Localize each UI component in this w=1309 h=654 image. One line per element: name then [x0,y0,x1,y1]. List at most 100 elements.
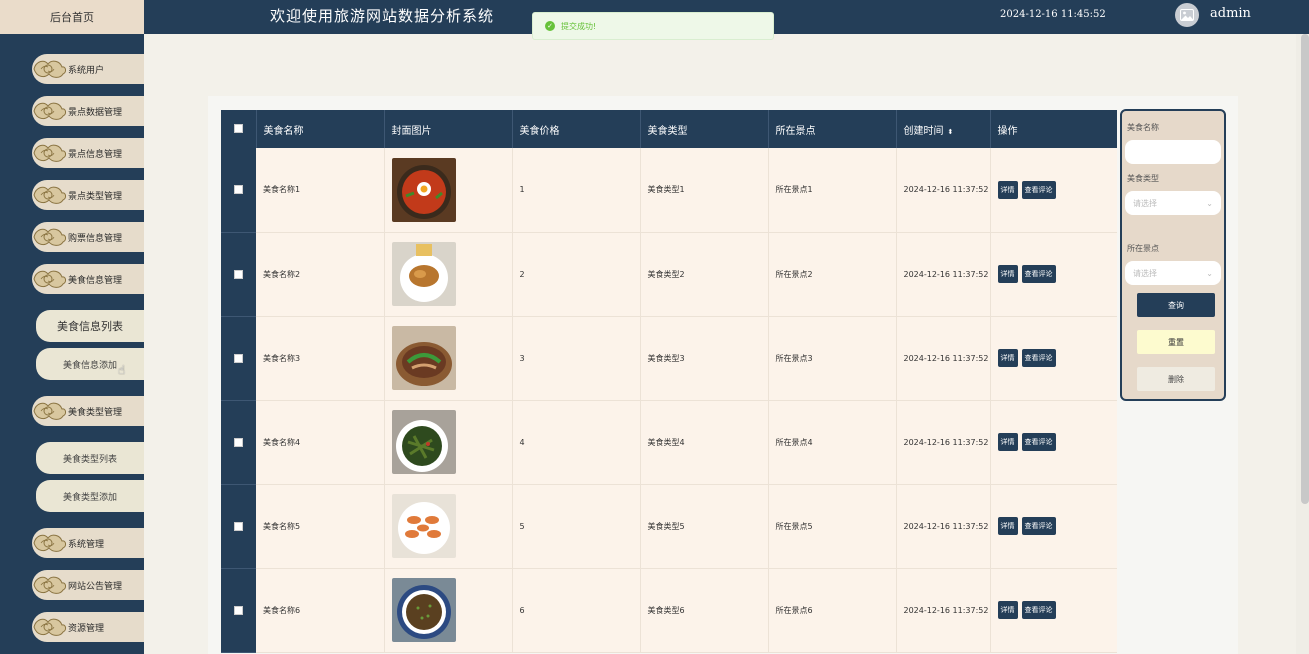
table-row: 美食名称6 6 美食类型6 所在景点6 2024-12-16 11:37:52 详情 查看评… [221,568,1117,653]
food-cover-image [391,242,456,306]
row-checkbox[interactable] [221,484,256,569]
select-placeholder: 请选择 [1133,198,1157,208]
sidebar-item-label: 景点类型管理 [68,191,123,202]
created-time-cell: 2024-12-16 11:37:52 [896,400,991,485]
row-checkbox[interactable] [221,232,256,317]
spot-label: 所在景点 [1127,244,1159,253]
table-row: 美食名称1 1 美食类型1 所在景点1 2024-12-16 11:37:52 详情 查看评… [221,148,1117,233]
cloud-ornament-icon [32,54,68,84]
spot-select[interactable]: 请选择 ⌄ [1125,261,1221,285]
sidebar-item-label: 美食信息管理 [68,275,123,286]
spot-cell: 所在景点4 [768,400,897,485]
food-type-label: 美食类型 [1127,174,1159,183]
view-comments-button[interactable]: 查看评论 [1021,349,1056,367]
cloud-ornament-icon [32,138,68,168]
food-name-input[interactable] [1125,140,1221,164]
detail-button[interactable]: 详情 [997,265,1018,283]
reset-button[interactable]: 重置 [1137,330,1215,354]
sidebar-item-label: 资源管理 [68,623,105,634]
food-cover-image [391,410,456,474]
sidebar-subitem-food-add[interactable]: 美食信息添加 [36,348,144,380]
search-panel: 美食名称 美食类型 请选择 ⌄ 所在景点 请选择 ⌄ 查询 重置 删除 [1120,109,1226,401]
cloud-ornament-icon [32,180,68,210]
sidebar-subitem-food-list[interactable]: 美食信息列表 [36,310,144,342]
sidebar-item-system-users[interactable]: 系统用户 [32,54,144,84]
vertical-scrollbar[interactable] [1301,34,1309,504]
sidebar-item-spot-type[interactable]: 景点类型管理 [32,180,144,210]
actions-cell: 详情 查看评论 [990,148,1117,233]
sidebar-subitem-food-type-list[interactable]: 美食类型列表 [36,442,144,474]
sidebar-item-spot-data[interactable]: 景点数据管理 [32,96,144,126]
price-cell: 5 [512,484,641,569]
column-header-sortable[interactable]: 创建时间 ⬍ [896,110,991,148]
actions-cell: 详情 查看评论 [990,568,1117,653]
select-all-checkbox[interactable] [221,110,257,148]
created-time-cell: 2024-12-16 11:37:52 [896,484,991,569]
price-cell: 4 [512,400,641,485]
detail-button[interactable]: 详情 [997,517,1018,535]
sidebar-item-system-manage[interactable]: 系统管理 [32,528,144,558]
sidebar-item-food-type[interactable]: 美食类型管理 [32,396,144,426]
view-comments-button[interactable]: 查看评论 [1021,601,1056,619]
cloud-ornament-icon [32,264,68,294]
column-header-label: 创建时间 [903,125,944,137]
current-datetime: 2024-12-16 11:45:52 [1000,9,1106,20]
user-avatar[interactable] [1175,3,1199,27]
detail-button[interactable]: 详情 [997,601,1018,619]
row-checkbox[interactable] [221,400,256,485]
food-name-label: 美食名称 [1127,123,1159,132]
sidebar-item-resources[interactable]: 资源管理 [32,612,144,642]
sidebar-item-label: 网站公告管理 [68,581,123,592]
food-type-cell: 美食类型5 [640,484,769,569]
created-time-cell: 2024-12-16 11:37:52 [896,148,991,233]
row-checkbox[interactable] [221,148,256,233]
detail-button[interactable]: 详情 [997,180,1018,199]
delete-button[interactable]: 删除 [1137,367,1215,391]
sidebar-item-announcements[interactable]: 网站公告管理 [32,570,144,600]
sidebar-item-label: 美食类型管理 [68,407,123,418]
actions-cell: 详情 查看评论 [990,400,1117,485]
sort-icon[interactable]: ⬍ [948,128,954,136]
chevron-down-icon: ⌄ [1206,198,1213,208]
food-type-cell: 美食类型3 [640,316,769,401]
food-name-cell: 美食名称5 [256,484,385,569]
food-type-cell: 美食类型4 [640,400,769,485]
sidebar-item-spot-info[interactable]: 景点信息管理 [32,138,144,168]
spot-cell: 所在景点5 [768,484,897,569]
row-checkbox[interactable] [221,316,256,401]
sidebar-item-food-info[interactable]: 美食信息管理 [32,264,144,294]
table-row: 美食名称3 3 美食类型3 所在景点3 2024-12-16 11:37:52 详情 查看评… [221,316,1117,401]
actions-cell: 详情 查看评论 [990,316,1117,401]
cloud-ornament-icon [32,528,68,558]
cloud-ornament-icon [32,96,68,126]
home-tab[interactable]: 后台首页 [0,0,144,34]
food-name-cell: 美食名称4 [256,400,385,485]
food-name-cell: 美食名称1 [256,148,385,233]
food-type-select[interactable]: 请选择 ⌄ [1125,191,1221,215]
view-comments-button[interactable]: 查看评论 [1021,265,1056,283]
spot-cell: 所在景点2 [768,232,897,317]
food-cover-image [391,326,456,390]
cover-image-cell [384,232,513,317]
view-comments-button[interactable]: 查看评论 [1021,517,1056,535]
actions-cell: 详情 查看评论 [990,232,1117,317]
column-header: 封面图片 [384,110,513,148]
username[interactable]: admin [1210,6,1251,21]
row-checkbox[interactable] [221,568,256,653]
check-circle-icon: ✓ [545,21,555,31]
sidebar-item-ticket-info[interactable]: 购票信息管理 [32,222,144,252]
food-type-cell: 美食类型2 [640,232,769,317]
query-button[interactable]: 查询 [1137,293,1215,317]
table-row: 美食名称5 5 美食类型5 所在景点5 2024-12-16 11:37:52 详情 查看评… [221,484,1117,569]
detail-button[interactable]: 详情 [997,433,1018,451]
price-cell: 3 [512,316,641,401]
actions-cell: 详情 查看评论 [990,484,1117,569]
sidebar-subitem-food-type-add[interactable]: 美食类型添加 [36,480,144,512]
column-header: 美食类型 [640,110,769,148]
chevron-down-icon: ⌄ [1206,268,1213,278]
detail-button[interactable]: 详情 [997,349,1018,367]
view-comments-button[interactable]: 查看评论 [1021,433,1056,451]
created-time-cell: 2024-12-16 11:37:52 [896,232,991,317]
view-comments-button[interactable]: 查看评论 [1021,180,1056,199]
food-cover-image [391,494,456,558]
